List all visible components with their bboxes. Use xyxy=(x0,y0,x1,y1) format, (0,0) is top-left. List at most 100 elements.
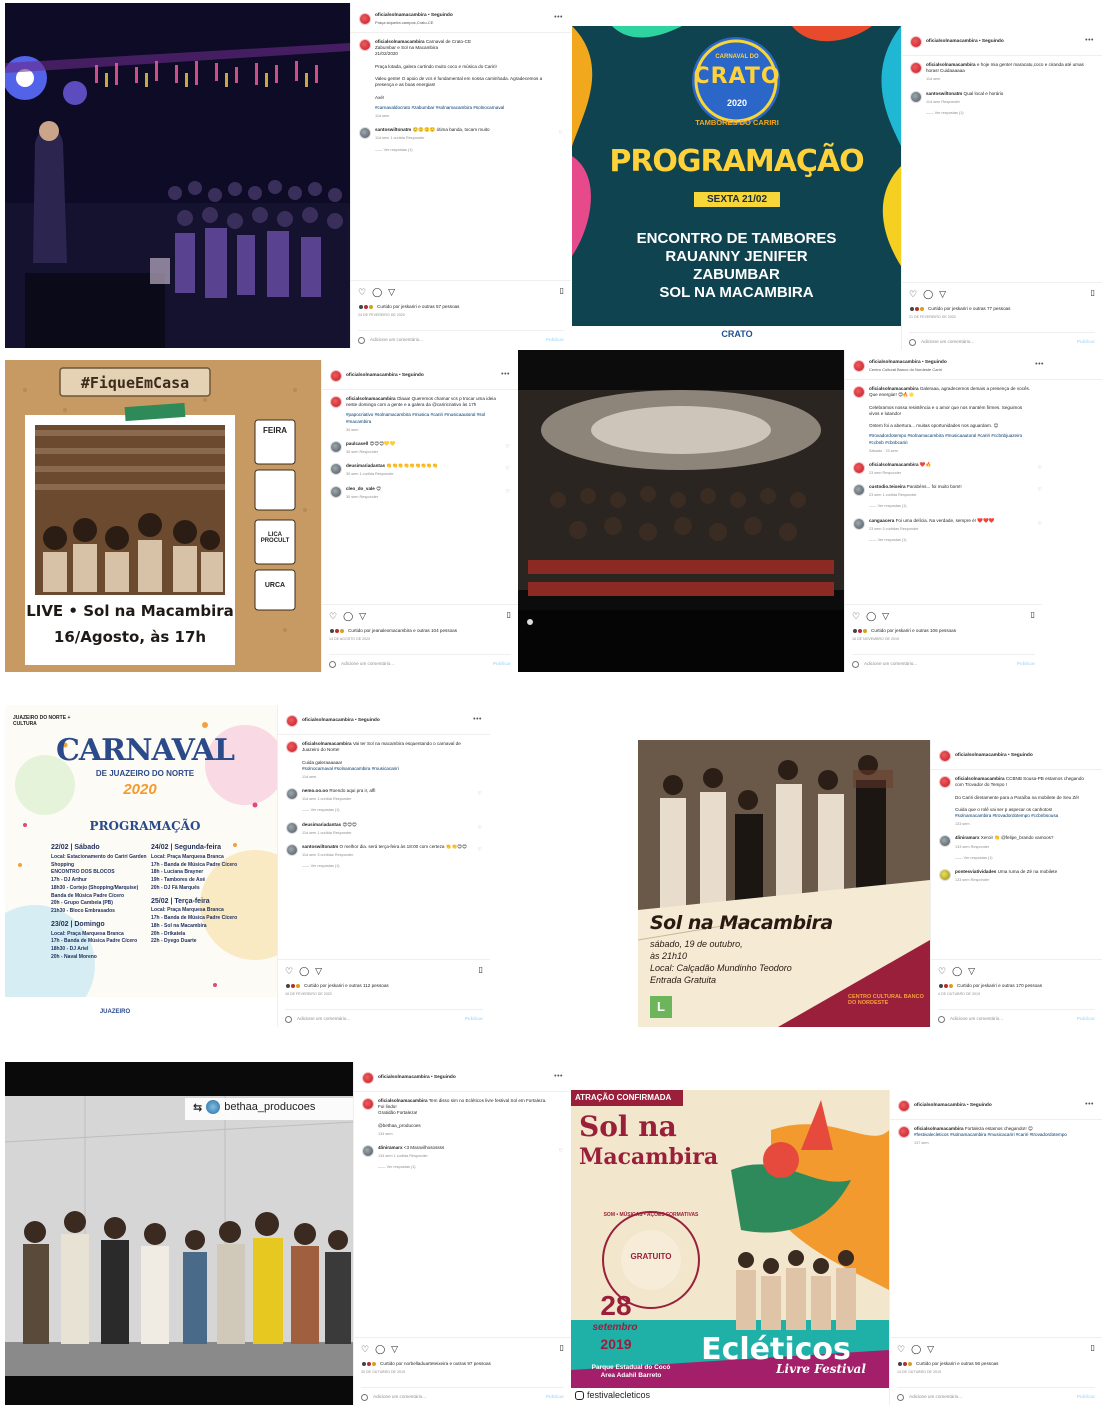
likes-text[interactable]: Curtido por jeskariri e outras 112 pesso… xyxy=(304,983,389,989)
comment-meta[interactable]: 30 sem 1 curtida Responder xyxy=(346,472,500,477)
profile-username[interactable]: oficialsolnamacambira xyxy=(302,718,354,723)
commenter-username[interactable]: santoswiltonatm xyxy=(302,844,338,849)
view-replies-label[interactable]: Ver respostas (1) xyxy=(311,864,340,868)
comment-icon[interactable]: ◯ xyxy=(952,965,962,977)
profile-username[interactable]: oficialsolnamacambira xyxy=(869,360,921,365)
add-comment-input[interactable]: Adicione um comentário... xyxy=(341,661,394,667)
profile-avatar[interactable] xyxy=(939,749,951,762)
post-poster-sousa[interactable]: Sol na Macambira sábado, 19 de outubro, … xyxy=(638,740,930,1027)
post-photo-stage[interactable] xyxy=(5,3,350,348)
like-comment-icon[interactable]: ♡ xyxy=(506,466,510,473)
commenter-username[interactable]: santoswiltonatm xyxy=(926,91,962,96)
likes-summary[interactable]: Curtido por jeskariri e outras 112 pesso… xyxy=(285,983,483,990)
heart-icon[interactable]: ♡ xyxy=(852,610,860,622)
view-replies-link[interactable]: —— Ver respostas (1) xyxy=(869,538,1032,543)
more-options-icon[interactable]: ••• xyxy=(554,13,563,22)
comment-meta[interactable]: 11d sem 1 curtida Responder xyxy=(302,831,472,836)
publish-button[interactable]: Publicar xyxy=(1077,1394,1095,1400)
like-comment-icon[interactable]: ♡ xyxy=(1038,487,1042,494)
likes-text[interactable]: Curtido por jeskariri e outras 77 pessoa… xyxy=(928,306,1010,312)
emoji-icon[interactable] xyxy=(938,1016,945,1023)
profile-avatar[interactable] xyxy=(330,369,342,382)
post-location[interactable]: Centro Cultural Banco do Nordeste Cariri xyxy=(869,367,947,372)
like-comment-icon[interactable]: ♡ xyxy=(478,791,482,798)
heart-icon[interactable]: ♡ xyxy=(358,286,366,298)
caption-user[interactable]: oficialsolnamacambira xyxy=(378,1098,428,1103)
emoji-icon[interactable] xyxy=(285,1016,292,1023)
profile-avatar[interactable] xyxy=(910,35,922,48)
bookmark-icon[interactable]: ▯ xyxy=(1091,1343,1095,1354)
commenter-username[interactable]: 4liniramarx xyxy=(955,835,980,840)
commenter-avatar[interactable] xyxy=(939,835,951,848)
commenter-avatar[interactable] xyxy=(330,440,342,453)
view-replies-link[interactable]: —— Ver respostas (1) xyxy=(926,111,1084,116)
commenter-avatar[interactable] xyxy=(910,90,922,103)
profile-username[interactable]: oficialsolnamacambira xyxy=(955,753,1007,758)
emoji-icon[interactable] xyxy=(361,1394,368,1401)
publish-button[interactable]: Publicar xyxy=(1077,1016,1095,1022)
follow-status[interactable]: Seguindo xyxy=(970,1103,992,1108)
share-icon[interactable]: ▽ xyxy=(388,286,395,298)
commenter-avatar[interactable] xyxy=(330,485,342,498)
post-poster-juazeiro[interactable]: JUAZEIRO DO NORTE + CULTURA CARNAVAL DE … xyxy=(5,705,277,1027)
like-comment-icon[interactable]: ♡ xyxy=(478,847,482,854)
commenter-username[interactable]: custodio.teixeira xyxy=(869,484,906,489)
follow-status[interactable]: Seguindo xyxy=(358,718,380,723)
emoji-icon[interactable] xyxy=(897,1394,904,1401)
repost-tag[interactable]: ⇆ bethaa_producoes xyxy=(193,1100,315,1114)
emoji-icon[interactable] xyxy=(329,661,336,668)
add-comment-input[interactable]: Adicione um comentário... xyxy=(950,1016,1003,1022)
commenter-avatar[interactable] xyxy=(330,463,342,476)
view-replies-link[interactable]: —— Ver respostas (1) xyxy=(955,856,1084,861)
commenter-username[interactable]: santoswiltonatm xyxy=(375,127,411,132)
commenter-username[interactable]: deusimariadantas xyxy=(346,463,385,468)
caption-user[interactable]: oficialsolnamacambira xyxy=(914,1126,964,1131)
commenter-avatar[interactable] xyxy=(362,1145,374,1158)
comment-meta[interactable]: 23 sem Responder xyxy=(869,471,1032,476)
profile-avatar[interactable] xyxy=(286,714,298,727)
caption-avatar[interactable] xyxy=(910,62,922,74)
view-replies-link[interactable]: —— Ver respostas (1) xyxy=(302,864,472,869)
heart-icon[interactable]: ♡ xyxy=(909,288,917,300)
view-replies-label[interactable]: Ver respostas (1) xyxy=(387,1165,416,1169)
caption-avatar[interactable] xyxy=(853,386,865,398)
commenter-username[interactable]: deusimariadantas xyxy=(302,822,341,827)
caption-tags[interactable]: #solnamacambira #trovadordotempo #ccbnbs… xyxy=(955,813,1084,819)
view-replies-link[interactable]: —— Ver respostas (1) xyxy=(869,504,1032,509)
caption-user[interactable]: oficialsolnamacambira xyxy=(926,62,976,67)
publish-button[interactable]: Publicar xyxy=(546,337,564,343)
heart-icon[interactable]: ♡ xyxy=(329,610,337,622)
caption-avatar[interactable] xyxy=(286,741,298,753)
caption-avatar[interactable] xyxy=(359,39,371,51)
post-poster-ecleticos[interactable]: ATRAÇÃO CONFIRMADA Sol na Macambira GRAT… xyxy=(571,1090,889,1405)
likes-text[interactable]: Curtido por norbelladuarteteixeira e out… xyxy=(380,1361,491,1367)
commenter-username[interactable]: nemo.oo.oo xyxy=(302,788,328,793)
heart-icon[interactable]: ♡ xyxy=(285,965,293,977)
publish-button[interactable]: Publicar xyxy=(1017,661,1035,667)
comment-meta[interactable]: 11d sem 1 curtida Responder xyxy=(302,797,472,802)
profile-username[interactable]: oficialsolnamacambira xyxy=(378,1075,430,1080)
profile-avatar[interactable] xyxy=(898,1099,910,1112)
view-replies-label[interactable]: Ver respostas (1) xyxy=(878,504,907,508)
view-replies-label[interactable]: Ver respostas (1) xyxy=(384,148,413,152)
caption-tags[interactable]: #papocriativo #solnamacambira #musica #c… xyxy=(346,412,500,424)
post-photo-theater[interactable] xyxy=(518,350,844,672)
caption-tags[interactable]: #festivalecleticos #solnamacambira #musi… xyxy=(914,1132,1084,1138)
add-comment-input[interactable]: Adicione um comentário... xyxy=(864,661,917,667)
comment-icon[interactable]: ◯ xyxy=(299,965,309,977)
profile-username[interactable]: oficialsolnamacambira xyxy=(375,13,427,18)
follow-status[interactable]: Seguindo xyxy=(402,373,424,378)
likes-text[interactable]: Curtido por jeskariri e outras 170 pesso… xyxy=(957,983,1042,989)
profile-avatar[interactable] xyxy=(362,1071,374,1084)
view-replies-link[interactable]: —— Ver respostas (1) xyxy=(375,148,553,153)
commenter-username[interactable]: cleo_do_vale xyxy=(346,486,375,491)
commenter-username[interactable]: cangaacera xyxy=(869,518,894,523)
bookmark-icon[interactable]: ▯ xyxy=(560,1343,564,1354)
add-comment-input[interactable]: Adicione um comentário... xyxy=(373,1394,426,1400)
likes-summary[interactable]: Curtido por norbelladuarteteixeira e out… xyxy=(361,1361,564,1368)
more-options-icon[interactable]: ••• xyxy=(473,715,482,724)
follow-status[interactable]: Seguindo xyxy=(431,13,453,18)
more-options-icon[interactable]: ••• xyxy=(1085,36,1094,45)
comment-icon[interactable]: ◯ xyxy=(911,1343,921,1355)
caption-avatar[interactable] xyxy=(939,776,951,788)
